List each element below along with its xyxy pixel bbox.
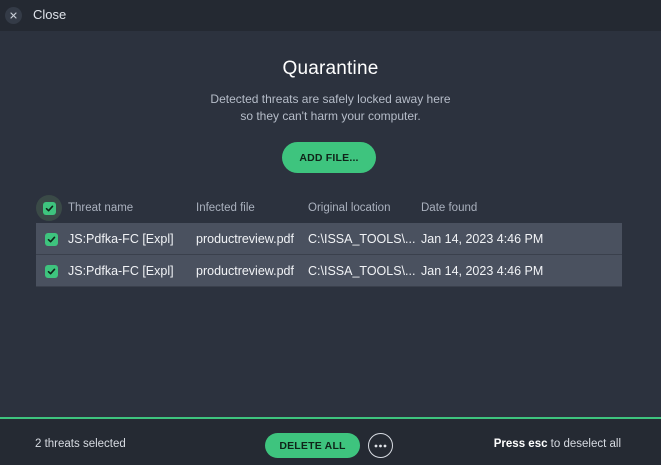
column-header-date-found[interactable]: Date found [421,202,477,214]
threat-table: JS:Pdfka-FC [Expl] productreview.pdf C:\… [36,223,622,287]
selected-count: 2 threats selected [35,438,126,450]
date-found: Jan 14, 2023 4:46 PM [421,264,544,278]
page-subtitle: Detected threats are safely locked away … [0,91,661,125]
select-all-checkbox[interactable] [42,201,56,215]
close-icon[interactable] [5,7,22,24]
original-location: C:\ISSA_TOOLS\... [308,232,416,246]
close-label[interactable]: Close [33,7,66,22]
threat-name: JS:Pdfka-FC [Expl] [68,232,174,246]
hint-text: to deselect all [547,438,621,450]
checkmark-icon [45,205,53,211]
original-location: C:\ISSA_TOOLS\... [308,264,416,278]
add-file-button[interactable]: ADD FILE... [282,142,376,173]
select-all-checkbox-wrap[interactable] [36,195,62,221]
deselect-hint: Press esc to deselect all [494,438,621,450]
delete-all-button[interactable]: DELETE ALL [265,433,360,458]
subtitle-line-2: so they can't harm your computer. [240,109,421,123]
infected-file: productreview.pdf [196,232,294,246]
checkmark-icon [47,268,55,274]
titlebar: Close [0,0,661,31]
table-header: Threat name Infected file Original locat… [36,195,622,221]
threat-name: JS:Pdfka-FC [Expl] [68,264,174,278]
column-header-threat-name[interactable]: Threat name [68,202,133,214]
subtitle-line-1: Detected threats are safely locked away … [210,92,451,106]
hint-key: Press esc [493,438,548,450]
table-row[interactable]: JS:Pdfka-FC [Expl] productreview.pdf C:\… [36,255,622,287]
infected-file: productreview.pdf [196,264,294,278]
row-checkbox[interactable] [44,264,58,278]
date-found: Jan 14, 2023 4:46 PM [421,232,544,246]
checkmark-icon [47,236,55,242]
row-checkbox[interactable] [44,232,58,246]
table-row[interactable]: JS:Pdfka-FC [Expl] productreview.pdf C:\… [36,223,622,255]
selection-footer: 2 threats selected DELETE ALL Press esc … [0,419,661,465]
row-checkbox-wrap[interactable] [38,258,64,284]
more-horizontal-icon [374,444,387,447]
column-header-original-location[interactable]: Original location [308,202,390,214]
more-options-button[interactable] [368,433,393,458]
column-header-infected-file[interactable]: Infected file [196,202,255,214]
row-checkbox-wrap[interactable] [38,226,64,252]
page-title: Quarantine [282,58,379,79]
